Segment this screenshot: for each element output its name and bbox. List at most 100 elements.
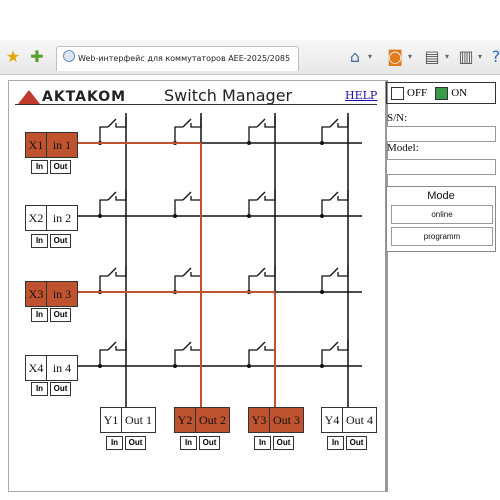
switch-input-lead bbox=[248, 126, 257, 143]
crosspoint-switch[interactable] bbox=[247, 340, 276, 368]
switch-output-lead bbox=[264, 266, 276, 277]
switch-blade bbox=[256, 267, 266, 277]
crosspoint-switch[interactable] bbox=[173, 340, 202, 368]
switch-blade bbox=[329, 191, 339, 201]
crosspoint-switch[interactable] bbox=[320, 340, 349, 368]
crosspoint-switch[interactable] bbox=[247, 266, 276, 294]
crosspoint-switch[interactable] bbox=[320, 117, 349, 145]
switch-input-lead bbox=[321, 199, 330, 216]
in-button[interactable]: In bbox=[31, 160, 48, 174]
mode-title: Mode bbox=[427, 190, 455, 202]
switch-output-lead bbox=[190, 340, 202, 351]
switch-blade bbox=[256, 341, 266, 351]
out-button[interactable]: Out bbox=[50, 308, 71, 322]
switch-input-lead bbox=[174, 275, 183, 292]
input-port-x2[interactable]: X2 in 2 bbox=[25, 205, 78, 231]
junction-dot bbox=[247, 141, 251, 145]
switch-output-lead bbox=[190, 266, 202, 277]
input-port-x1[interactable]: X1 in 1 bbox=[25, 132, 78, 158]
switch-input-lead bbox=[99, 275, 108, 292]
switch-output-lead bbox=[264, 117, 276, 128]
io-buttons-y4: In Out bbox=[327, 436, 367, 450]
switch-output-lead bbox=[190, 117, 202, 128]
io-buttons-x1: In Out bbox=[31, 160, 71, 174]
switch-input-lead bbox=[174, 199, 183, 216]
out-button[interactable]: Out bbox=[273, 436, 294, 450]
switch-output-lead bbox=[115, 340, 127, 351]
switch-output-lead bbox=[337, 117, 349, 128]
switch-input-lead bbox=[248, 275, 257, 292]
output-port-y2[interactable]: Y2 Out 2 bbox=[174, 407, 230, 433]
input-port-x4[interactable]: X4 in 4 bbox=[25, 355, 78, 381]
crosspoint-switch[interactable] bbox=[173, 190, 202, 218]
crosspoint-switch[interactable] bbox=[98, 266, 127, 294]
junction-dot bbox=[320, 290, 324, 294]
switch-input-lead bbox=[248, 199, 257, 216]
switch-output-lead bbox=[190, 190, 202, 201]
switch-input-lead bbox=[321, 126, 330, 143]
crosspoint-switch[interactable] bbox=[173, 266, 202, 294]
junction-dot bbox=[320, 364, 324, 368]
switch-output-lead bbox=[115, 266, 127, 277]
in-button[interactable]: In bbox=[31, 308, 48, 322]
port-name: Out 3 bbox=[273, 412, 300, 427]
programm-button[interactable]: programm bbox=[391, 227, 493, 246]
switch-output-lead bbox=[264, 190, 276, 201]
model-field bbox=[386, 159, 496, 175]
junction-dot bbox=[173, 364, 177, 368]
in-button[interactable]: In bbox=[254, 436, 271, 450]
switch-input-lead bbox=[99, 126, 108, 143]
crosspoint-switch[interactable] bbox=[320, 190, 349, 218]
switch-output-lead bbox=[337, 266, 349, 277]
out-button[interactable]: Out bbox=[346, 436, 367, 450]
crosspoint-switch[interactable] bbox=[247, 117, 276, 145]
switch-blade bbox=[182, 267, 192, 277]
switch-blade bbox=[329, 341, 339, 351]
in-button[interactable]: In bbox=[180, 436, 197, 450]
junction-dot bbox=[320, 141, 324, 145]
io-buttons-x2: In Out bbox=[31, 234, 71, 248]
switch-blade bbox=[107, 341, 117, 351]
port-name: in 1 bbox=[52, 137, 72, 152]
switch-blade bbox=[107, 191, 117, 201]
crosspoint-switch[interactable] bbox=[98, 117, 127, 145]
junction-dot bbox=[98, 214, 102, 218]
io-buttons-y2: In Out bbox=[180, 436, 220, 450]
port-name: in 2 bbox=[52, 210, 72, 225]
crosspoint-switch[interactable] bbox=[173, 117, 202, 145]
switch-blade bbox=[182, 341, 192, 351]
output-port-y1[interactable]: Y1 Out 1 bbox=[100, 407, 156, 433]
in-button[interactable]: In bbox=[31, 234, 48, 248]
port-name: in 3 bbox=[52, 286, 72, 301]
junction-dot bbox=[247, 364, 251, 368]
switch-blade bbox=[329, 118, 339, 128]
online-button[interactable]: online bbox=[391, 205, 493, 224]
crosspoint-switch[interactable] bbox=[98, 190, 127, 218]
off-label: OFF bbox=[407, 87, 428, 99]
io-buttons-x4: In Out bbox=[31, 382, 71, 396]
output-port-y4[interactable]: Y4 Out 4 bbox=[321, 407, 377, 433]
in-button[interactable]: In bbox=[327, 436, 344, 450]
junction-dot bbox=[247, 214, 251, 218]
switch-input-lead bbox=[99, 199, 108, 216]
switch-output-lead bbox=[115, 190, 127, 201]
input-port-x3[interactable]: X3 in 3 bbox=[25, 281, 78, 307]
off-swatch bbox=[391, 86, 404, 100]
crosspoint-switch[interactable] bbox=[247, 190, 276, 218]
crosspoint-switch[interactable] bbox=[98, 340, 127, 368]
sn-label: S/N: bbox=[387, 112, 408, 124]
in-button[interactable]: In bbox=[31, 382, 48, 396]
switch-blade bbox=[107, 118, 117, 128]
out-button[interactable]: Out bbox=[199, 436, 220, 450]
out-button[interactable]: Out bbox=[125, 436, 146, 450]
io-buttons-y1: In Out bbox=[106, 436, 146, 450]
output-port-y3[interactable]: Y3 Out 3 bbox=[248, 407, 304, 433]
in-button[interactable]: In bbox=[106, 436, 123, 450]
mode-panel: Mode online programm bbox=[386, 186, 496, 252]
out-button[interactable]: Out bbox=[50, 382, 71, 396]
out-button[interactable]: Out bbox=[50, 160, 71, 174]
crosspoint-switch[interactable] bbox=[320, 266, 349, 294]
out-button[interactable]: Out bbox=[50, 234, 71, 248]
io-buttons-y3: In Out bbox=[254, 436, 294, 450]
port-id: X3 bbox=[26, 282, 47, 306]
